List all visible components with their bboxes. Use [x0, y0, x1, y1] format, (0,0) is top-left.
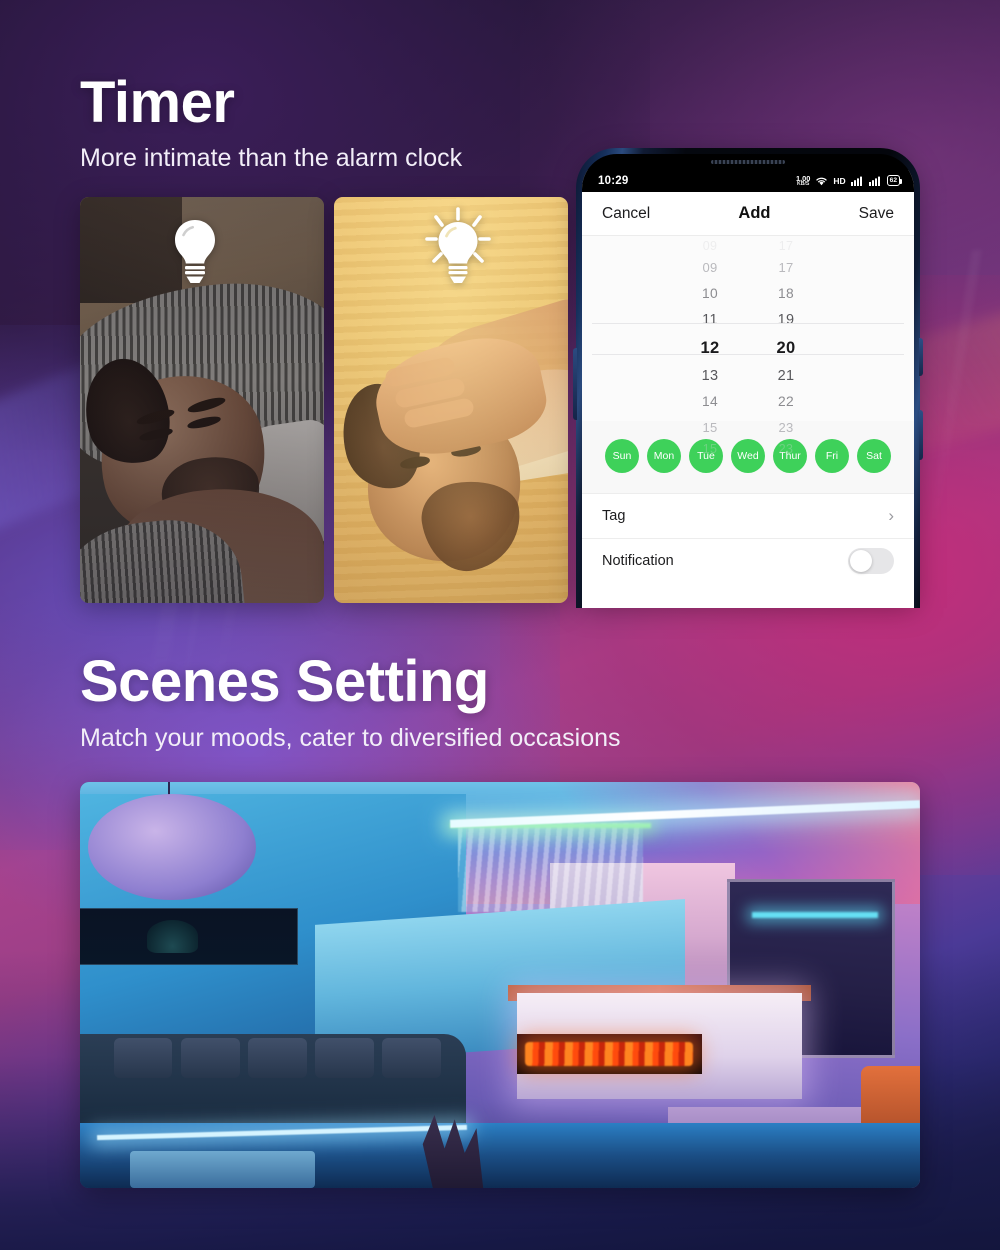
paper-pendant-lamp — [88, 794, 257, 900]
notification-row[interactable]: Notification — [582, 538, 914, 583]
page-content: Timer More intimate than the alarm clock — [0, 0, 1000, 1250]
earpiece-speaker — [711, 160, 785, 164]
hour-option[interactable]: 11 — [672, 307, 748, 333]
status-bar-clock: 10:29 — [598, 175, 629, 187]
lightbulb-on-icon — [419, 206, 497, 290]
signal-bars-icon — [868, 176, 882, 186]
minute-picker-column[interactable]: 17 17 18 19 20 21 22 23 23 — [748, 238, 824, 456]
time-picker[interactable]: 09 09 10 11 12 13 14 15 15 17 17 18 19 2… — [582, 236, 914, 456]
phone-screen: 10:29 1.00 KB/S HD 62 Cancel Add Save 09… — [582, 170, 914, 608]
picker-selection-line-bottom — [592, 354, 904, 355]
hour-option[interactable]: 15 — [672, 415, 748, 441]
tag-row-label: Tag — [602, 508, 626, 524]
hour-option[interactable]: 09 — [672, 255, 748, 281]
minute-option[interactable]: 17 — [748, 255, 824, 281]
status-bar: 10:29 1.00 KB/S HD 62 — [582, 170, 914, 192]
smartphone-mockup: 10:29 1.00 KB/S HD 62 Cancel Add Save 09… — [573, 148, 923, 608]
sofa-cushion — [180, 1037, 240, 1079]
sofa-cushion — [382, 1037, 442, 1079]
notification-toggle[interactable] — [848, 548, 894, 574]
modal-nav-bar: Cancel Add Save — [582, 192, 914, 236]
network-speed-indicator: 1.00 KB/S — [796, 174, 810, 188]
coffee-table — [130, 1151, 316, 1188]
tag-row[interactable]: Tag › — [582, 493, 914, 538]
save-button[interactable]: Save — [859, 205, 894, 223]
cancel-button[interactable]: Cancel — [602, 205, 650, 223]
timer-section-subtitle: More intimate than the alarm clock — [80, 144, 463, 172]
scenes-section-subtitle: Match your moods, cater to diversified o… — [80, 724, 621, 752]
hour-option[interactable]: 14 — [672, 389, 748, 415]
power-button[interactable] — [919, 410, 923, 460]
picker-selection-line-top — [592, 323, 904, 324]
battery-icon: 62 — [886, 175, 903, 187]
sofa-cushion — [248, 1037, 307, 1079]
minute-option[interactable]: 21 — [748, 363, 824, 389]
sofa-cushion — [315, 1037, 374, 1079]
led-lit-living-room-photo — [80, 782, 920, 1188]
minute-option[interactable]: 23 — [748, 441, 824, 458]
volume-down-button[interactable] — [573, 348, 577, 420]
hour-option[interactable]: 15 — [672, 441, 748, 458]
fireplace-embers — [525, 1041, 694, 1067]
network-speed-unit: KB/S — [796, 181, 810, 188]
page-title: Add — [738, 204, 771, 222]
signal-bars-icon — [850, 176, 864, 186]
timer-section-title: Timer — [80, 70, 235, 135]
notification-row-label: Notification — [602, 553, 674, 569]
hour-option[interactable]: 09 — [672, 238, 748, 255]
shelf-plant — [147, 920, 198, 953]
status-bar-icons: 1.00 KB/S HD 62 — [796, 174, 903, 188]
minute-option[interactable]: 19 — [748, 307, 824, 333]
minute-option[interactable]: 23 — [748, 415, 824, 441]
window-led-glow — [752, 911, 878, 918]
day-pill-sun[interactable]: Sun — [605, 439, 639, 473]
minute-option[interactable]: 22 — [748, 389, 824, 415]
hour-option-selected[interactable]: 12 — [672, 333, 748, 363]
chevron-right-icon: › — [888, 506, 894, 525]
lightbulb-off-icon — [163, 216, 227, 286]
hour-option[interactable]: 10 — [672, 281, 748, 307]
curtain — [458, 822, 643, 912]
day-pill-sat[interactable]: Sat — [857, 439, 891, 473]
living-room-illustration — [80, 782, 920, 1188]
wifi-icon — [815, 176, 828, 186]
volume-up-button[interactable] — [919, 338, 923, 376]
hour-picker-column[interactable]: 09 09 10 11 12 13 14 15 15 — [672, 238, 748, 456]
sofa-cushion — [113, 1037, 173, 1079]
hour-option[interactable]: 13 — [672, 363, 748, 389]
phone-bezel-inner: 10:29 1.00 KB/S HD 62 Cancel Add Save 09… — [582, 154, 914, 608]
minute-option[interactable]: 17 — [748, 238, 824, 255]
minute-option[interactable]: 18 — [748, 281, 824, 307]
scenes-section-title: Scenes Setting — [80, 649, 489, 714]
hd-voice-icon: HD — [833, 175, 846, 186]
minute-option-selected[interactable]: 20 — [748, 333, 824, 363]
